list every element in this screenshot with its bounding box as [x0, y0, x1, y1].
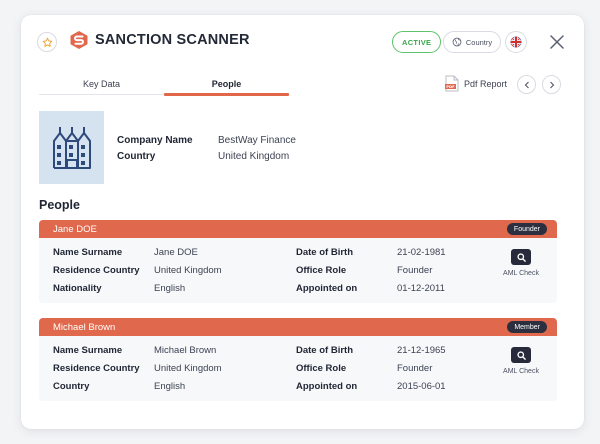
company-country-label: Country — [117, 151, 156, 162]
pdf-report-label: Pdf Report — [464, 78, 508, 89]
name-surname-value: Jane DOE — [154, 247, 198, 258]
person-card-header: Jane DOE Founder — [39, 220, 557, 238]
tab-bar: Key Data People — [39, 75, 289, 96]
tab-people[interactable]: People — [164, 75, 289, 96]
aml-check-label: AML Check — [503, 368, 539, 375]
date-of-birth-value: 21-12-1965 — [397, 345, 446, 356]
country-button[interactable]: Country — [443, 31, 501, 53]
residence-country-value: United Kingdom — [154, 265, 222, 276]
language-button[interactable] — [505, 31, 527, 53]
company-detail-card: SANCTION SCANNER ACTIVE Country Key Data — [21, 15, 584, 429]
people-section-title: People — [39, 198, 80, 212]
tab-key-data[interactable]: Key Data — [39, 75, 164, 94]
person-name: Jane DOE — [53, 223, 97, 235]
chevron-left-icon — [524, 81, 529, 88]
close-button[interactable] — [548, 33, 566, 51]
office-role-value: Founder — [397, 363, 433, 374]
appointed-on-label: Appointed on — [296, 283, 358, 294]
date-of-birth-label: Date of Birth — [296, 345, 353, 356]
brand: SANCTION SCANNER — [69, 30, 250, 50]
search-icon — [516, 252, 526, 262]
factory-icon — [52, 126, 91, 169]
date-of-birth-label: Date of Birth — [296, 247, 353, 258]
country-button-label: Country — [465, 37, 493, 47]
pdf-icon-text: PDF — [446, 84, 455, 89]
next-button[interactable] — [542, 75, 561, 94]
residence-country-value: United Kingdom — [154, 363, 222, 374]
aml-check: AML Check — [501, 347, 541, 375]
person-card-body: Name Surname Michael Brown Residence Cou… — [39, 336, 557, 401]
office-role-value: Founder — [397, 265, 433, 276]
chevron-right-icon — [549, 81, 554, 88]
company-name-value: BestWay Finance — [218, 135, 296, 146]
previous-button[interactable] — [517, 75, 536, 94]
company-name-label: Company Name — [117, 135, 193, 146]
country-value: English — [154, 381, 186, 392]
name-surname-value: Michael Brown — [154, 345, 217, 356]
brand-logo-icon — [70, 31, 88, 49]
aml-check-button[interactable] — [511, 347, 531, 363]
company-country-value: United Kingdom — [218, 151, 290, 162]
appointed-on-label: Appointed on — [296, 381, 358, 392]
residence-country-label: Residence Country — [53, 265, 140, 276]
aml-check-button[interactable] — [511, 249, 531, 265]
search-icon — [516, 350, 526, 360]
favorite-button[interactable] — [37, 32, 57, 52]
nationality-value: English — [154, 283, 186, 294]
company-logo — [39, 111, 104, 184]
brand-name: SANCTION SCANNER — [95, 32, 250, 48]
person-card-header: Michael Brown Member — [39, 318, 557, 336]
pdf-icon: PDF — [445, 75, 459, 92]
aml-check: AML Check — [501, 249, 541, 277]
office-role-label: Office Role — [296, 363, 347, 374]
person-card: Jane DOE Founder Name Surname Jane DOE R… — [39, 220, 557, 303]
office-role-label: Office Role — [296, 265, 347, 276]
appointed-on-value: 01-12-2011 — [397, 283, 445, 294]
date-of-birth-value: 21-02-1981 — [397, 247, 446, 258]
person-card: Michael Brown Member Name Surname Michae… — [39, 318, 557, 401]
star-icon — [42, 37, 52, 47]
status-badge: ACTIVE — [392, 31, 442, 53]
name-surname-label: Name Surname — [53, 345, 123, 356]
close-icon — [550, 35, 564, 49]
pdf-report-button[interactable]: PDF Pdf Report — [445, 75, 507, 92]
person-name: Michael Brown — [53, 321, 116, 333]
residence-country-label: Residence Country — [53, 363, 140, 374]
nationality-label: Nationality — [53, 283, 102, 294]
role-badge: Member — [507, 321, 547, 333]
person-card-body: Name Surname Jane DOE Residence Country … — [39, 238, 557, 303]
globe-icon — [452, 37, 462, 47]
appointed-on-value: 2015-06-01 — [397, 381, 446, 392]
uk-flag-icon — [510, 36, 522, 48]
company-info: Company Name BestWay Finance Country Uni… — [117, 135, 296, 162]
name-surname-label: Name Surname — [53, 247, 123, 258]
country-label: Country — [53, 381, 90, 392]
aml-check-label: AML Check — [503, 270, 539, 277]
role-badge: Founder — [506, 223, 547, 235]
